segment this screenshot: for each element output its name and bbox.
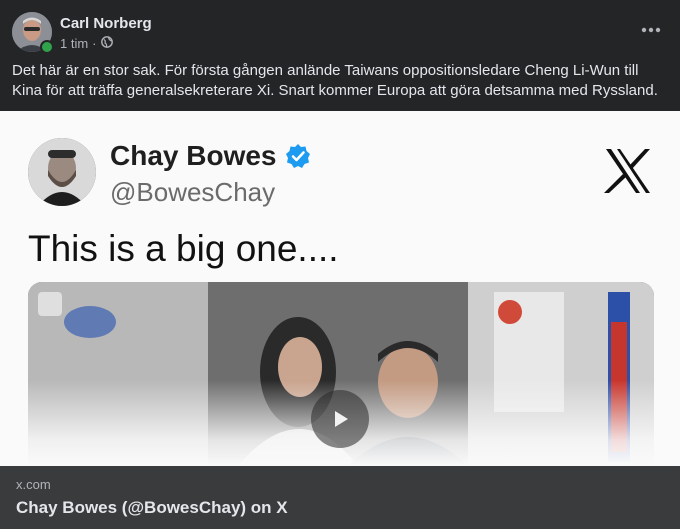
globe-icon <box>100 36 113 51</box>
link-title[interactable]: Chay Bowes (@BowesChay) on X <box>16 498 288 518</box>
post-time[interactable]: 1 tim <box>60 36 88 51</box>
post-meta: 1 tim · <box>60 36 113 51</box>
tweet-text: This is a big one.... <box>28 228 339 269</box>
link-domain: x.com <box>16 477 51 492</box>
tweet-author-name: Chay Bowes <box>110 140 311 172</box>
facebook-post: Carl Norberg 1 tim · Det här är en stor … <box>0 0 680 529</box>
verified-badge-icon <box>285 144 310 168</box>
tweet-author-avatar <box>28 138 96 206</box>
post-header: Carl Norberg 1 tim · <box>0 0 680 60</box>
link-footer[interactable]: x.com Chay Bowes (@BowesChay) on X <box>0 466 680 529</box>
meta-separator: · <box>92 36 97 51</box>
more-options-icon[interactable] <box>636 18 666 42</box>
post-text: Det här är en stor sak. För första gånge… <box>12 62 658 99</box>
online-status-dot <box>40 40 54 54</box>
tweet-author-handle: @BowesChay <box>110 177 276 207</box>
play-icon[interactable] <box>311 390 369 448</box>
x-logo-icon <box>604 149 650 193</box>
tweet-author-name-text: Chay Bowes <box>110 140 277 171</box>
author-name[interactable]: Carl Norberg <box>60 15 152 32</box>
